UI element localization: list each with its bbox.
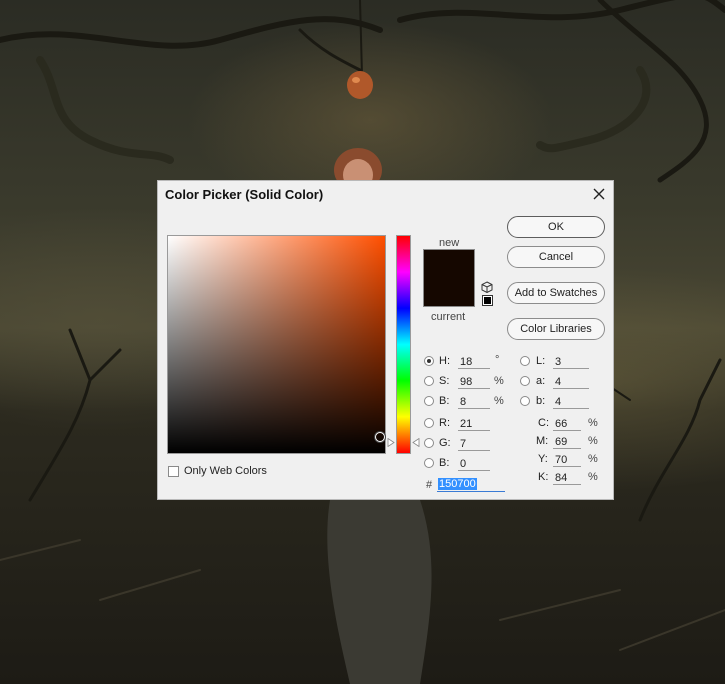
saturation-label: S: [439, 375, 450, 387]
magenta-unit: % [588, 435, 598, 447]
ok-button[interactable]: OK [507, 216, 605, 238]
yellow-input[interactable] [553, 453, 581, 467]
green-input[interactable] [458, 437, 490, 451]
brightness-input[interactable] [458, 395, 490, 409]
lab-l-radio[interactable] [520, 356, 530, 366]
color-field-marker[interactable] [375, 432, 385, 442]
only-web-colors-checkbox[interactable] [168, 466, 179, 477]
hex-input[interactable]: 150700 [437, 478, 505, 492]
hex-value-text: 150700 [438, 478, 477, 490]
blue-label: B: [439, 457, 450, 469]
close-icon[interactable] [591, 186, 607, 202]
green-label: G: [439, 437, 451, 449]
lab-l-input[interactable] [553, 355, 589, 369]
color-preview-swatch [423, 249, 475, 307]
dialog-title: Color Picker (Solid Color) [165, 187, 324, 202]
lab-a-radio[interactable] [520, 376, 530, 386]
black-input[interactable] [553, 471, 581, 485]
hex-prefix: # [426, 479, 433, 491]
color-libraries-button[interactable]: Color Libraries [507, 318, 605, 340]
red-label: R: [439, 417, 450, 429]
hue-slider[interactable] [396, 235, 411, 454]
color-picker-dialog: Color Picker (Solid Color) new current O… [157, 180, 614, 500]
only-web-colors-label: Only Web Colors [184, 465, 267, 477]
brightness-label: B: [439, 395, 450, 407]
lab-a-label: a: [536, 375, 546, 387]
lab-b-radio[interactable] [520, 396, 530, 406]
hue-slider-left-arrow-icon[interactable] [387, 438, 395, 447]
blue-input[interactable] [458, 457, 490, 471]
magenta-label: M: [536, 435, 549, 447]
web-safe-swatch-icon[interactable] [482, 295, 493, 306]
hue-label: H: [439, 355, 450, 367]
hue-unit: ° [495, 354, 500, 366]
cyan-input[interactable] [553, 417, 581, 431]
new-color-label: new [439, 237, 460, 249]
blue-radio[interactable] [424, 458, 434, 468]
hue-input[interactable] [458, 355, 490, 369]
current-color-label: current [431, 311, 466, 323]
out-of-gamut-cube-icon[interactable] [481, 281, 493, 293]
hue-slider-right-arrow-icon[interactable] [412, 438, 420, 447]
black-unit: % [588, 471, 598, 483]
red-radio[interactable] [424, 418, 434, 428]
green-radio[interactable] [424, 438, 434, 448]
cyan-unit: % [588, 417, 598, 429]
lab-l-label: L: [536, 355, 546, 367]
add-to-swatches-button[interactable]: Add to Swatches [507, 282, 605, 304]
cyan-label: C: [538, 417, 549, 429]
color-field[interactable] [167, 235, 386, 454]
saturation-unit: % [494, 375, 504, 387]
hue-radio[interactable] [424, 356, 434, 366]
saturation-radio[interactable] [424, 376, 434, 386]
yellow-label: Y: [538, 453, 548, 465]
brightness-unit: % [494, 395, 504, 407]
red-input[interactable] [458, 417, 490, 431]
lab-b-label: b: [536, 395, 546, 407]
brightness-radio[interactable] [424, 396, 434, 406]
cancel-button[interactable]: Cancel [507, 246, 605, 268]
magenta-input[interactable] [553, 435, 581, 449]
saturation-input[interactable] [458, 375, 490, 389]
yellow-unit: % [588, 453, 598, 465]
lab-b-input[interactable] [553, 395, 589, 409]
black-label: K: [538, 471, 549, 483]
lab-a-input[interactable] [553, 375, 589, 389]
